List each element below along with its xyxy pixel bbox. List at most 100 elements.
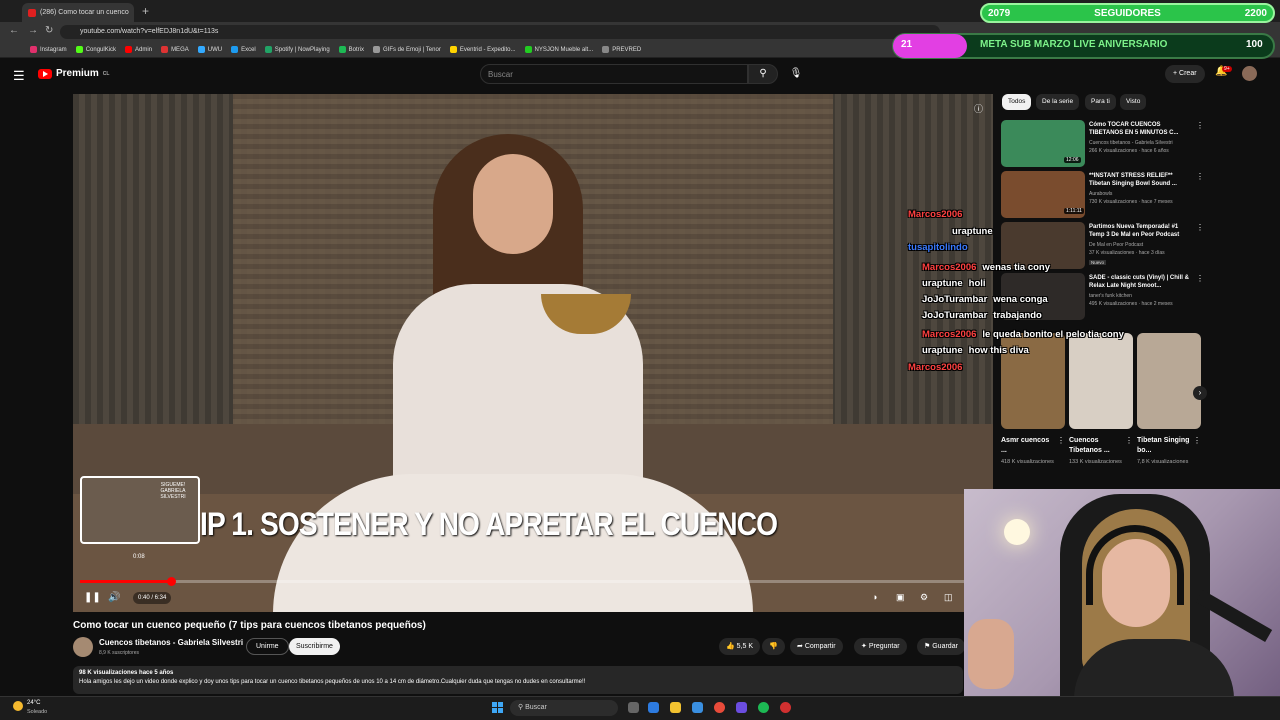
like-button[interactable]: 👍 5,5 K [719, 638, 761, 655]
bookmark-item[interactable]: PREVRED [602, 46, 641, 53]
bookmark-item[interactable]: Admin [125, 46, 152, 53]
volume-icon[interactable]: 🔊 [108, 592, 120, 603]
progress-scrubber-handle[interactable] [167, 577, 176, 586]
bookmark-item[interactable]: NYSJON Mueble alt... [524, 46, 593, 53]
pause-icon[interactable]: ❚❚ [84, 592, 101, 603]
new-tab-button[interactable]: + [142, 4, 149, 18]
discord-icon[interactable] [736, 702, 747, 713]
chat-text: holi [968, 278, 986, 289]
short-title[interactable]: Tibetan Singing bo... [1137, 436, 1193, 456]
video-caption: IP 1. SOSTENER Y NO APRETAR EL CUENCO [200, 506, 778, 542]
bookmark-item[interactable]: Excel [231, 46, 256, 53]
bookmark-favicon-icon [125, 46, 133, 53]
chat-message: uraptune how this diva [922, 345, 1029, 356]
progress-bar[interactable] [80, 580, 964, 583]
ask-button[interactable]: ✦ Preguntar [854, 638, 907, 655]
forward-icon[interactable]: → [28, 25, 38, 36]
subtitles-icon[interactable]: ▣ [896, 592, 905, 603]
account-avatar[interactable] [1242, 66, 1257, 81]
weather-sun-icon[interactable] [13, 701, 23, 711]
obs-icon[interactable] [780, 702, 791, 713]
back-icon[interactable]: ← [9, 25, 19, 36]
chip-todos[interactable]: Todos [1002, 94, 1032, 110]
sub-goal-label: META SUB MARZO LIVE ANIVERSARIO [980, 39, 1168, 50]
create-button[interactable]: + Crear [1165, 65, 1205, 83]
recommendation-title[interactable]: **INSTANT STRESS RELIEF** Tibetan Singin… [1089, 172, 1193, 188]
share-icon: ➦ [797, 643, 803, 650]
bookmark-icon: ⚑ [924, 643, 931, 650]
video-description-box[interactable]: 98 K visualizaciones hace 5 años Hola am… [73, 666, 963, 694]
short-thumbnail[interactable] [1069, 333, 1133, 429]
recommendation-item[interactable]: 1:11:11 **INSTANT STRESS RELIEF** Tibetan… [1001, 171, 1204, 219]
chip-de-la-serie[interactable]: De la serie [1036, 94, 1080, 110]
store-icon[interactable] [692, 702, 703, 713]
chat-text: wenas tia cony [982, 262, 1050, 273]
bookmark-label: Botrix [348, 46, 365, 53]
recommendation-title[interactable]: Partimos Nueva Temporada! #1 Temp 3 De M… [1089, 223, 1193, 239]
short-title[interactable]: Asmr cuencos ... [1001, 436, 1057, 456]
bookmark-item[interactable]: Eventrid - Expedito... [449, 46, 516, 53]
chat-username: uraptune [952, 226, 993, 237]
edge-icon[interactable] [648, 702, 659, 713]
short-thumbnail[interactable] [1137, 333, 1201, 429]
bookmark-favicon-icon [264, 46, 272, 53]
channel-avatar[interactable] [73, 637, 93, 657]
short-title[interactable]: Cuencos Tibetanos ... [1069, 436, 1125, 456]
bookmark-item[interactable]: CongulKick [75, 46, 116, 53]
chat-message: Marcos2006 [908, 209, 962, 220]
reload-icon[interactable]: ↻ [45, 25, 53, 36]
join-button[interactable]: Unirme [246, 638, 289, 655]
chrome-icon[interactable] [714, 702, 725, 713]
thumbs-up-icon: 👍 [726, 643, 735, 650]
miniplayer-icon[interactable]: ◫ [944, 592, 953, 603]
taskbar-search[interactable]: ⚲ Buscar [510, 700, 618, 716]
dislike-button[interactable]: 👎 [762, 638, 785, 655]
file-explorer-icon[interactable] [670, 702, 681, 713]
autoplay-toggle-icon[interactable]: ◑ [872, 592, 877, 602]
chip-visto[interactable]: Visto [1120, 94, 1147, 110]
channel-name[interactable]: Cuencos tibetanos - Gabriela Silvestri [99, 638, 243, 647]
video-info-icon[interactable]: ⓘ [974, 102, 983, 115]
channel-subscriber-count: 8,9 K suscriptores [99, 650, 140, 656]
bookmark-item[interactable]: Instagram [30, 46, 67, 53]
search-input[interactable]: Buscar [480, 64, 748, 84]
more-options-icon[interactable]: ⋮ [1196, 223, 1204, 232]
recommendation-title[interactable]: Cómo TOCAR CUENCOS TIBETANOS EN 5 MINUTO… [1089, 121, 1193, 137]
chip-para-ti[interactable]: Para ti [1085, 94, 1116, 110]
more-options-icon[interactable]: ⋮ [1196, 172, 1204, 181]
bookmark-item[interactable]: GIFs de Emoji | Tenor [373, 46, 441, 53]
youtube-logo[interactable]: Premium CL [38, 68, 109, 79]
more-options-icon[interactable]: ⋮ [1057, 436, 1065, 445]
bookmark-item[interactable]: Spotify | NowPlaying [264, 46, 330, 53]
spotify-icon[interactable] [758, 702, 769, 713]
logo-text: Premium [56, 68, 99, 79]
bookmark-label: Excel [241, 46, 256, 53]
recommendation-title[interactable]: SADE - classic cuts (Vinyl) | Chill & Re… [1089, 274, 1193, 290]
bookmark-item[interactable]: UWU [197, 46, 222, 53]
save-button[interactable]: ⚑ Guardar [917, 638, 965, 655]
more-options-icon[interactable]: ⋮ [1125, 436, 1133, 445]
share-button[interactable]: ➦ Compartir [790, 638, 843, 655]
tab-title: (286) Como tocar un cuenco [40, 9, 129, 16]
settings-gear-icon[interactable]: ⚙ [920, 592, 928, 603]
recommendation-views: 37 K visualizaciones · hace 3 días [1089, 250, 1165, 256]
shorts-next-arrow-icon[interactable]: › [1193, 386, 1207, 400]
more-options-icon[interactable]: ⋮ [1196, 121, 1204, 130]
browser-tab[interactable]: (286) Como tocar un cuenco [22, 3, 134, 22]
voice-search-icon[interactable]: 🎙 [786, 65, 806, 83]
address-bar[interactable]: youtube.com/watch?v=elfEDJ8n1dU&t=113s [60, 25, 940, 39]
task-view-icon[interactable] [628, 702, 639, 713]
search-button[interactable]: ⚲ [748, 64, 778, 84]
chat-username: Marcos2006 [922, 262, 977, 273]
more-options-icon[interactable]: ⋮ [1196, 274, 1204, 283]
bookmark-item[interactable]: MEGA [161, 46, 189, 53]
save-label: Guardar [932, 643, 958, 650]
hamburger-menu-icon[interactable]: ☰ [13, 68, 25, 84]
taskbar-search-label: Buscar [525, 704, 547, 711]
subscribe-button[interactable]: Suscribirme [289, 638, 340, 655]
sparkle-icon: ✦ [861, 643, 867, 650]
recommendation-item[interactable]: 12:06 Cómo TOCAR CUENCOS TIBETANOS EN 5 M… [1001, 120, 1204, 168]
more-options-icon[interactable]: ⋮ [1193, 436, 1201, 445]
bookmark-item[interactable]: Botrix [338, 46, 365, 53]
windows-start-icon[interactable] [492, 702, 503, 713]
